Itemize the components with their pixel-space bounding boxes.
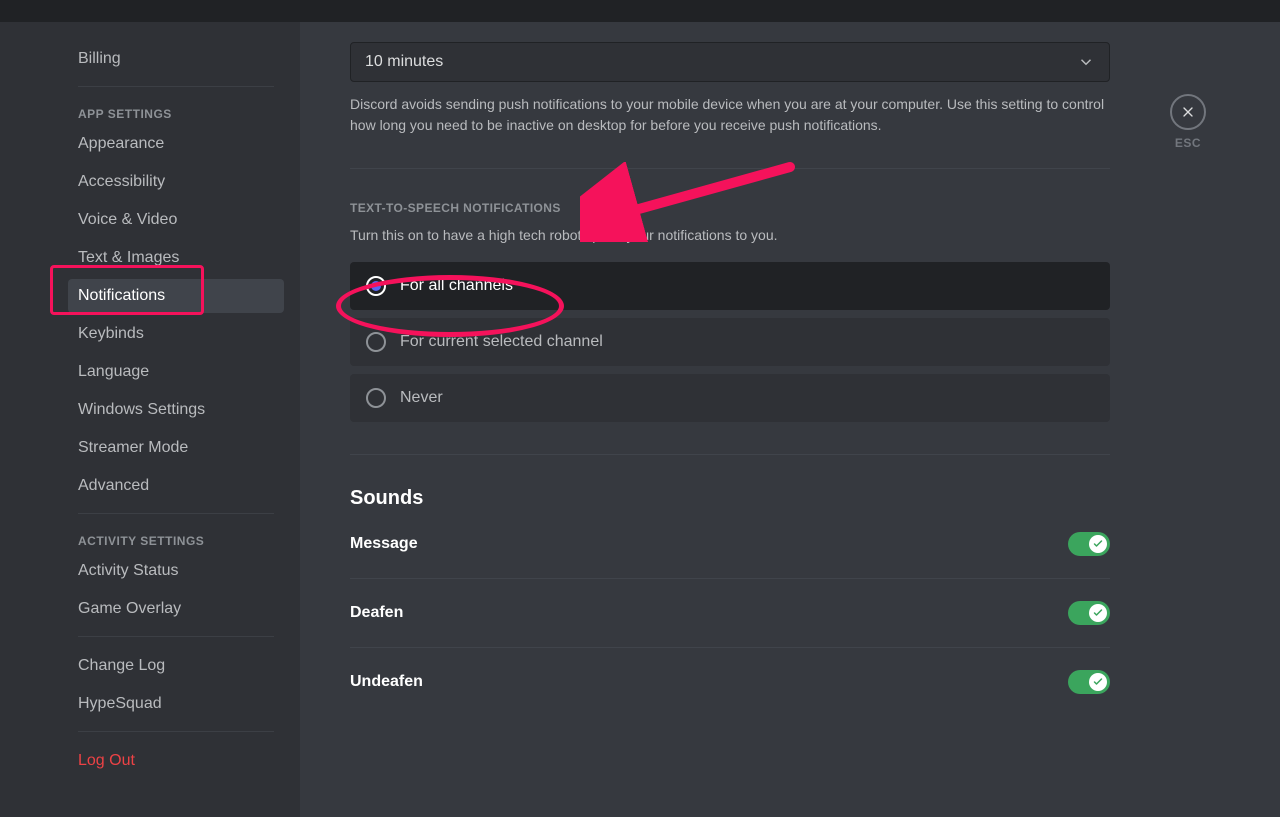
sidebar-item-change-log[interactable]: Change Log bbox=[68, 649, 284, 683]
toggle-knob bbox=[1089, 604, 1107, 622]
settings-sidebar: Billing App Settings Appearance Accessib… bbox=[0, 22, 300, 817]
sidebar-item-accessibility[interactable]: Accessibility bbox=[68, 165, 284, 199]
tts-option-never[interactable]: Never bbox=[350, 374, 1110, 422]
sidebar-item-voice-video[interactable]: Voice & Video bbox=[68, 203, 284, 237]
push-timeout-select[interactable]: 10 minutes bbox=[350, 42, 1110, 82]
section-divider bbox=[350, 454, 1110, 455]
close-icon bbox=[1180, 104, 1196, 120]
sidebar-header-app-settings: App Settings bbox=[68, 99, 284, 127]
check-icon bbox=[1092, 676, 1104, 688]
sound-row-deafen: Deafen bbox=[350, 579, 1110, 648]
sidebar-item-streamer-mode[interactable]: Streamer Mode bbox=[68, 431, 284, 465]
tts-option-all-channels[interactable]: For all channels bbox=[350, 262, 1110, 310]
sound-toggle-undeafen[interactable] bbox=[1068, 670, 1110, 694]
radio-icon bbox=[366, 276, 386, 296]
sidebar-item-advanced[interactable]: Advanced bbox=[68, 469, 284, 503]
tts-option-label: Never bbox=[400, 389, 443, 407]
close-settings: ESC bbox=[1170, 94, 1206, 150]
tts-section-description: Turn this on to have a high tech robot s… bbox=[350, 225, 1110, 246]
close-button[interactable] bbox=[1170, 94, 1206, 130]
sound-row-message: Message bbox=[350, 510, 1110, 579]
chevron-down-icon bbox=[1077, 53, 1095, 71]
sidebar-item-game-overlay[interactable]: Game Overlay bbox=[68, 592, 284, 626]
esc-label: ESC bbox=[1175, 136, 1201, 150]
radio-icon bbox=[366, 332, 386, 352]
push-timeout-description: Discord avoids sending push notification… bbox=[350, 94, 1110, 136]
sidebar-item-logout[interactable]: Log Out bbox=[68, 744, 284, 778]
sound-label: Deafen bbox=[350, 604, 403, 622]
sidebar-item-keybinds[interactable]: Keybinds bbox=[68, 317, 284, 351]
tts-section-header: Text-to-Speech Notifications bbox=[350, 201, 1110, 215]
sound-row-undeafen: Undeafen bbox=[350, 648, 1110, 716]
sidebar-item-notifications[interactable]: Notifications bbox=[68, 279, 284, 313]
check-icon bbox=[1092, 538, 1104, 550]
push-timeout-value: 10 minutes bbox=[365, 53, 443, 71]
sidebar-item-activity-status[interactable]: Activity Status bbox=[68, 554, 284, 588]
sidebar-separator bbox=[78, 86, 274, 87]
window-titlebar bbox=[0, 0, 1280, 22]
sounds-header: Sounds bbox=[350, 487, 1110, 510]
sound-toggle-deafen[interactable] bbox=[1068, 601, 1110, 625]
settings-content: 10 minutes Discord avoids sending push n… bbox=[300, 22, 1280, 817]
sidebar-item-windows-settings[interactable]: Windows Settings bbox=[68, 393, 284, 427]
sidebar-item-language[interactable]: Language bbox=[68, 355, 284, 389]
tts-option-label: For current selected channel bbox=[400, 333, 603, 351]
sidebar-separator bbox=[78, 513, 274, 514]
tts-radio-group: For all channels For current selected ch… bbox=[350, 262, 1110, 422]
radio-icon bbox=[366, 388, 386, 408]
sound-label: Message bbox=[350, 535, 418, 553]
sidebar-item-text-images[interactable]: Text & Images bbox=[68, 241, 284, 275]
sidebar-item-appearance[interactable]: Appearance bbox=[68, 127, 284, 161]
toggle-knob bbox=[1089, 535, 1107, 553]
tts-option-current-channel[interactable]: For current selected channel bbox=[350, 318, 1110, 366]
tts-option-label: For all channels bbox=[400, 277, 513, 295]
sidebar-item-hypesquad[interactable]: HypeSquad bbox=[68, 687, 284, 721]
check-icon bbox=[1092, 607, 1104, 619]
sidebar-item-billing[interactable]: Billing bbox=[68, 42, 284, 76]
sidebar-header-activity-settings: Activity Settings bbox=[68, 526, 284, 554]
sidebar-separator bbox=[78, 731, 274, 732]
section-divider bbox=[350, 168, 1110, 169]
sidebar-separator bbox=[78, 636, 274, 637]
sound-toggle-message[interactable] bbox=[1068, 532, 1110, 556]
toggle-knob bbox=[1089, 673, 1107, 691]
sound-label: Undeafen bbox=[350, 673, 423, 691]
